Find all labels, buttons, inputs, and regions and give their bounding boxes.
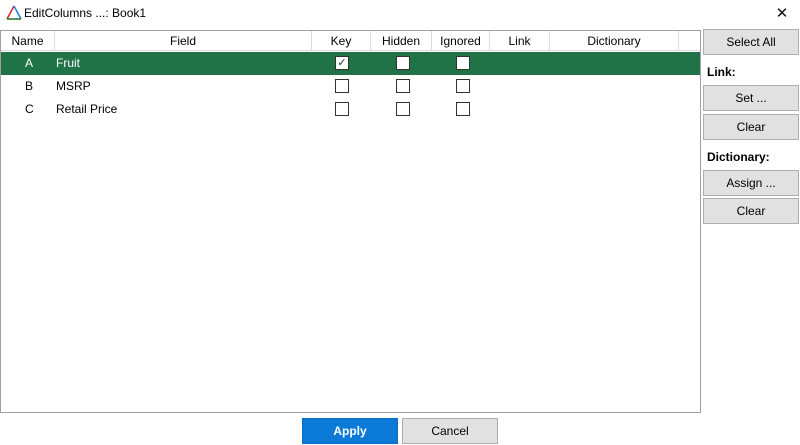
row-name: C [25,102,34,116]
apply-button[interactable]: Apply [302,418,398,444]
key-checkbox[interactable]: ✓ [335,56,349,70]
ignored-checkbox[interactable] [456,79,470,93]
table-row[interactable]: C Retail Price [1,98,700,121]
hidden-checkbox[interactable] [396,79,410,93]
row-field[interactable]: MSRP [56,75,91,98]
key-checkbox[interactable] [335,79,349,93]
row-name: A [25,56,34,70]
header-link[interactable]: Link [490,31,550,51]
cancel-button[interactable]: Cancel [402,418,498,444]
close-icon[interactable]: ✕ [764,0,800,26]
ignored-checkbox[interactable] [456,102,470,116]
link-label: Link: [707,65,736,79]
columns-grid[interactable]: Name Field Key Hidden Ignored Link Dicti… [0,30,701,413]
link-set-button[interactable]: Set ... [703,85,799,111]
row-name: B [25,79,34,93]
dictionary-assign-button[interactable]: Assign ... [703,170,799,196]
window-title: EditColumns ...: Book1 [24,6,147,20]
row-field[interactable]: Retail Price [56,98,117,121]
header-key[interactable]: Key [312,31,371,51]
table-row[interactable]: A Fruit ✓ [1,52,700,75]
hidden-checkbox[interactable] [396,56,410,70]
link-clear-button[interactable]: Clear [703,114,799,140]
triangle-logo-icon [6,5,22,20]
ignored-checkbox[interactable] [456,56,470,70]
header-ignored[interactable]: Ignored [432,31,490,51]
dictionary-label: Dictionary: [707,150,770,164]
key-checkbox[interactable] [335,102,349,116]
header-hidden[interactable]: Hidden [371,31,432,51]
header-field[interactable]: Field [55,31,312,51]
table-row[interactable]: B MSRP [1,75,700,98]
grid-header: Name Field Key Hidden Ignored Link Dicti… [1,31,700,51]
dictionary-clear-button[interactable]: Clear [703,198,799,224]
title-bar: EditColumns ...: Book1 ✕ [0,0,800,26]
hidden-checkbox[interactable] [396,102,410,116]
row-field[interactable]: Fruit [56,52,80,75]
checkmark-icon: ✓ [337,56,347,69]
header-dictionary[interactable]: Dictionary [550,31,679,51]
header-name[interactable]: Name [1,31,55,51]
select-all-button[interactable]: Select All [703,29,799,55]
